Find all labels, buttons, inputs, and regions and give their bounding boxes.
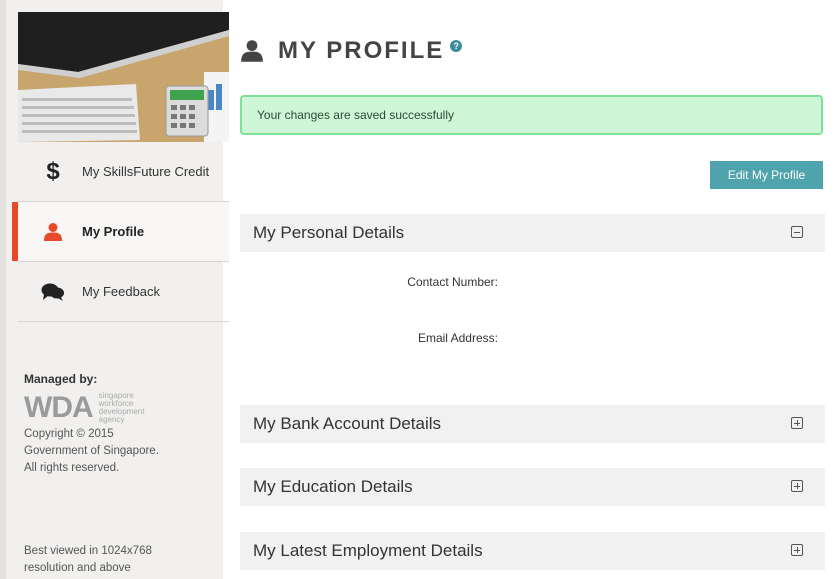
section-personal-details[interactable]: My Personal Details bbox=[240, 214, 825, 252]
sidebar-item-label: My Profile bbox=[82, 224, 145, 239]
user-icon bbox=[241, 40, 263, 62]
contact-number-label: Contact Number: bbox=[407, 275, 498, 289]
section-latest-employment-details[interactable]: My Latest Employment Details bbox=[240, 532, 825, 570]
section-title: My Personal Details bbox=[253, 223, 405, 242]
copyright-text: Copyright © 2015 Government of Singapore… bbox=[24, 428, 159, 474]
expand-icon[interactable] bbox=[791, 480, 803, 492]
sidebar: $ My SkillsFuture Credit My Profile My F… bbox=[0, 0, 229, 579]
page-title: MY PROFILE ? bbox=[240, 37, 463, 64]
chat-bubbles-icon bbox=[40, 279, 66, 305]
section-education-details[interactable]: My Education Details bbox=[240, 468, 825, 506]
expand-icon[interactable] bbox=[791, 417, 803, 429]
wda-logo-mark: WDA bbox=[24, 391, 94, 424]
success-alert-text: Your changes are saved successfully bbox=[257, 108, 455, 122]
managed-by-title: Managed by: bbox=[24, 372, 98, 386]
managed-by-block: Managed by: WDA singapore workforce deve… bbox=[24, 372, 224, 477]
collapse-icon[interactable] bbox=[791, 226, 803, 238]
page-title-text: MY PROFILE bbox=[278, 37, 445, 64]
email-address-label: Email Address: bbox=[417, 331, 498, 345]
section-bank-account-details[interactable]: My Bank Account Details bbox=[240, 405, 825, 443]
help-icon[interactable]: ? bbox=[450, 40, 463, 52]
dollar-icon: $ bbox=[46, 157, 60, 185]
sidebar-item-my-profile[interactable]: My Profile bbox=[12, 202, 229, 262]
sidebar-item-skillsfuture-credit[interactable]: $ My SkillsFuture Credit bbox=[18, 142, 229, 202]
sidebar-hero-image bbox=[18, 12, 229, 142]
user-icon bbox=[40, 219, 66, 245]
expand-icon[interactable] bbox=[791, 544, 803, 556]
success-alert: Your changes are saved successfully bbox=[240, 95, 823, 135]
sidebar-item-my-feedback[interactable]: My Feedback bbox=[18, 262, 229, 322]
edit-profile-button[interactable]: Edit My Profile bbox=[710, 161, 823, 189]
wda-logo-subtitle: singapore workforce development agency bbox=[98, 391, 145, 424]
section-title: My Latest Employment Details bbox=[253, 541, 483, 560]
section-title: My Education Details bbox=[253, 477, 413, 496]
best-viewed-note: Best viewed in 1024x768 resolution and a… bbox=[24, 545, 152, 574]
sidebar-item-label: My Feedback bbox=[82, 284, 161, 299]
section-title: My Bank Account Details bbox=[253, 414, 442, 433]
wda-logo: WDA singapore workforce development agen… bbox=[24, 391, 224, 424]
sidebar-item-label: My SkillsFuture Credit bbox=[82, 164, 210, 179]
sidebar-nav: $ My SkillsFuture Credit My Profile My F… bbox=[12, 142, 229, 322]
